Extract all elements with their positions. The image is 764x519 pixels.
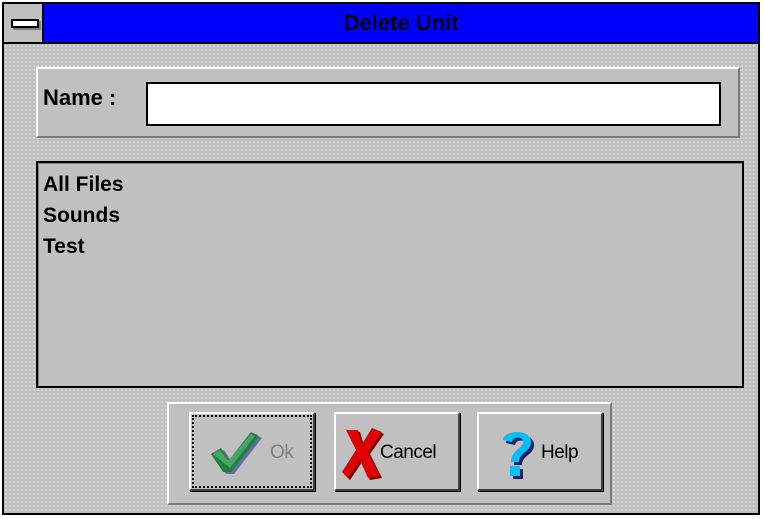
question-mark-icon	[503, 432, 534, 479]
name-label: Name :	[43, 85, 117, 110]
cancel-button-label: Cancel	[380, 442, 437, 463]
title-bar[interactable]: Delete Unit	[4, 4, 758, 44]
delete-unit-dialog: Delete Unit Name : All Files Sounds Test…	[2, 2, 760, 515]
units-list[interactable]: All Files Sounds Test	[36, 161, 744, 388]
list-item[interactable]: Test	[43, 231, 737, 262]
x-icon	[342, 428, 384, 480]
checkmark-icon	[211, 432, 262, 474]
help-button[interactable]: Help	[477, 412, 603, 491]
button-group: Ok Cancel Help	[167, 402, 612, 505]
list-item[interactable]: Sounds	[43, 200, 737, 231]
ok-button[interactable]: Ok	[189, 412, 315, 491]
help-button-label: Help	[541, 442, 579, 463]
name-group: Name :	[36, 67, 740, 138]
window-title: Delete Unit	[343, 10, 459, 35]
cancel-button[interactable]: Cancel	[334, 412, 460, 491]
name-input[interactable]	[146, 82, 721, 126]
system-menu-button[interactable]	[4, 4, 44, 42]
system-menu-icon	[11, 19, 39, 28]
list-item[interactable]: All Files	[43, 169, 737, 200]
ok-button-label: Ok	[270, 442, 294, 463]
